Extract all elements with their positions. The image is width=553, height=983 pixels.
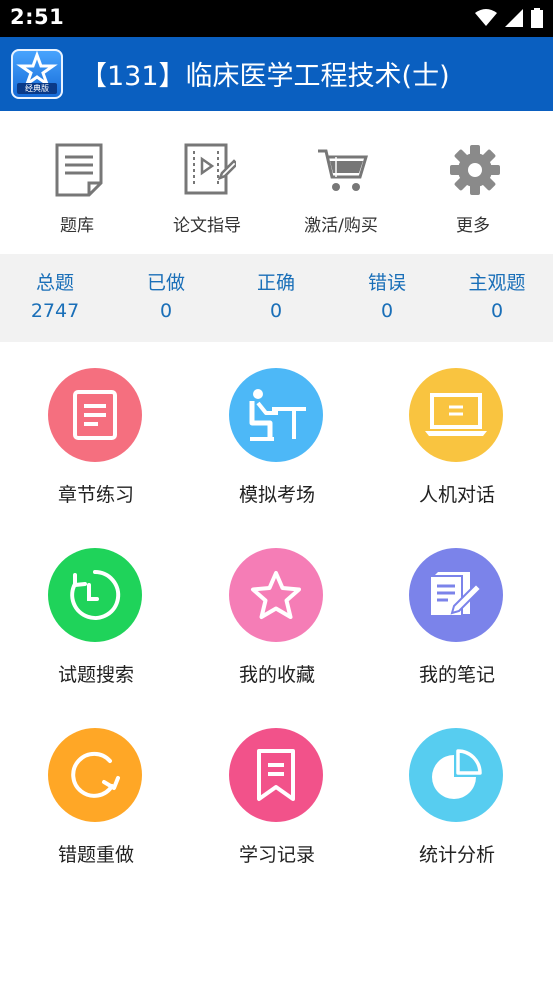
grid-item-label: 试题搜索 [57, 664, 134, 686]
stat-value: 0 [490, 300, 504, 322]
circle-bg [409, 728, 503, 822]
grid-item-label: 我的笔记 [418, 664, 495, 686]
stat-label: 正确 [256, 272, 295, 294]
app-bar: 经典版 【131】临床医学工程技术(士) [0, 37, 553, 111]
stat-label: 主观题 [468, 272, 526, 294]
status-time: 2:51 [10, 5, 65, 29]
grid-item-label: 章节练习 [57, 484, 134, 506]
grid-item-label: 统计分析 [418, 844, 495, 866]
thesis-guide-icon [184, 143, 236, 195]
grid-item-notes[interactable]: 我的笔记 [367, 522, 547, 702]
grid-item-label: 人机对话 [418, 484, 495, 506]
toolbar-item-activate-buy[interactable]: 激活/购买 [272, 111, 410, 254]
toolbar-item-thesis-guide[interactable]: 论文指导 [138, 111, 276, 254]
circle-bg [229, 368, 323, 462]
toolbar-label: 更多 [456, 216, 490, 236]
feature-grid: 章节练习 模拟考场 人机对话 试题搜索 我的收藏 我的笔记 错题重做 学习记录 … [0, 342, 553, 983]
stat-subjective[interactable]: 主观题 0 [442, 270, 552, 326]
grid-item-label: 错题重做 [57, 844, 134, 866]
exam-desk-icon [249, 389, 306, 441]
star-icon [251, 571, 301, 619]
stat-label: 错误 [367, 272, 406, 294]
gear-icon [450, 145, 500, 195]
grid-item-human-machine[interactable]: 人机对话 [367, 342, 547, 522]
stat-correct[interactable]: 正确 0 [221, 270, 331, 326]
logo-badge: 经典版 [17, 83, 57, 94]
grid-item-redo-wrong[interactable]: 错题重做 [6, 702, 186, 882]
grid-item-label: 模拟考场 [238, 484, 315, 506]
shopping-cart-icon [318, 149, 369, 191]
grid-item-question-search[interactable]: 试题搜索 [6, 522, 186, 702]
status-bar: 2:51 [0, 0, 553, 37]
page-title: 【131】临床医学工程技术(士) [80, 61, 450, 92]
toolbar-label: 激活/购买 [304, 216, 378, 236]
grid-item-label: 学习记录 [238, 844, 315, 866]
app-logo: 经典版 [11, 49, 63, 99]
note-edit-icon [429, 572, 483, 617]
battery-icon [531, 8, 543, 28]
grid-item-label: 我的收藏 [238, 664, 315, 686]
wifi-icon [475, 9, 497, 26]
circle-bg [48, 548, 142, 642]
toolbar-label: 论文指导 [173, 216, 241, 236]
grid-item-study-record[interactable]: 学习记录 [187, 702, 367, 882]
pie-chart-icon [432, 749, 482, 799]
circle-bg [48, 368, 142, 462]
circle-bg [409, 368, 503, 462]
question-bank-icon [55, 143, 103, 197]
circle-bg [229, 728, 323, 822]
stat-label: 总题 [35, 272, 74, 294]
stat-wrong[interactable]: 错误 0 [332, 270, 442, 326]
stat-value: 0 [269, 300, 283, 322]
grid-item-favorites[interactable]: 我的收藏 [187, 522, 367, 702]
bookmark-icon [257, 749, 295, 801]
stat-value: 2747 [30, 300, 80, 322]
document-icon [73, 390, 117, 440]
circle-bg [229, 548, 323, 642]
clock-refresh-icon [70, 569, 121, 620]
stat-value: 0 [159, 300, 173, 322]
toolbar-item-more[interactable]: 更多 [404, 111, 542, 254]
laptop-icon [425, 393, 487, 436]
signal-icon [505, 9, 523, 27]
status-icons [475, 8, 543, 28]
grid-item-chapter-practice[interactable]: 章节练习 [6, 342, 186, 522]
stat-total[interactable]: 总题 2747 [0, 270, 110, 326]
redo-icon [71, 751, 120, 798]
toolbar-item-question-bank[interactable]: 题库 [8, 111, 146, 254]
toolbar: 题库 论文指导 激活/购买 更多 [0, 111, 553, 254]
stats-panel: 总题 2747 已做 0 正确 0 错误 0 主观题 0 [0, 254, 553, 342]
grid-item-mock-exam[interactable]: 模拟考场 [187, 342, 367, 522]
grid-item-statistics[interactable]: 统计分析 [367, 702, 547, 882]
circle-bg [48, 728, 142, 822]
circle-bg [409, 548, 503, 642]
toolbar-label: 题库 [60, 216, 94, 236]
stat-value: 0 [380, 300, 394, 322]
stat-label: 已做 [146, 272, 185, 294]
stat-done[interactable]: 已做 0 [111, 270, 221, 326]
